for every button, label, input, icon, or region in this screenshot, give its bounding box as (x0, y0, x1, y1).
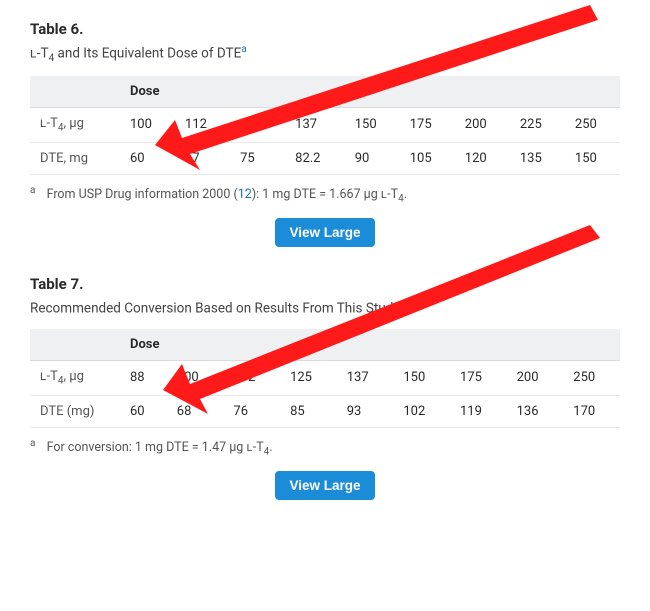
table-row: DTE, mg 60 67 75 82.2 90 105 120 135 150 (30, 142, 620, 174)
table-row: L-T4, μg 100 112 125 137 150 175 200 225… (30, 108, 620, 143)
view-large-button[interactable]: View Large (275, 218, 374, 247)
view-large-button[interactable]: View Large (275, 471, 374, 500)
ref-link-12[interactable]: 12 (238, 187, 252, 202)
table-row: L-T4, μg 88 100 112 125 137 150 175 200 … (30, 360, 620, 395)
smallcaps-L: L (30, 46, 37, 62)
table-7-footnote: a For conversion: 1 mg DTE = 1.47 μg L-T… (30, 438, 620, 458)
table-7-blank-header (30, 329, 120, 361)
table-6-blank-header (30, 76, 120, 108)
table-7-title: Table 7. (30, 275, 620, 293)
table-7-block: Table 7. Recommended Conversion Based on… (30, 275, 620, 500)
footnote-ref-a[interactable]: a (400, 299, 405, 310)
row-label: L-T4, μg (30, 360, 120, 395)
row-label: DTE (mg) (30, 395, 120, 427)
table-6-block: Table 6. L-T4 and Its Equivalent Dose of… (30, 20, 620, 247)
table-7-dose-header: Dose (120, 329, 620, 361)
row-label: L-T4, μg (30, 108, 120, 143)
table-7: Dose L-T4, μg 88 100 112 125 137 150 175… (30, 329, 620, 428)
footnote-ref-a[interactable]: a (241, 44, 246, 55)
table-6-caption: L-T4 and Its Equivalent Dose of DTEa (30, 44, 620, 64)
table-6-footnote: a From USP Drug information 2000 (12): 1… (30, 185, 620, 205)
row-label: DTE, mg (30, 142, 120, 174)
table-6: Dose L-T4, μg 100 112 125 137 150 175 20… (30, 76, 620, 175)
table-7-caption: Recommended Conversion Based on Results … (30, 299, 620, 317)
table-6-dose-header: Dose (120, 76, 620, 108)
table-6-title: Table 6. (30, 20, 620, 38)
table-row: DTE (mg) 60 68 76 85 93 102 119 136 170 (30, 395, 620, 427)
